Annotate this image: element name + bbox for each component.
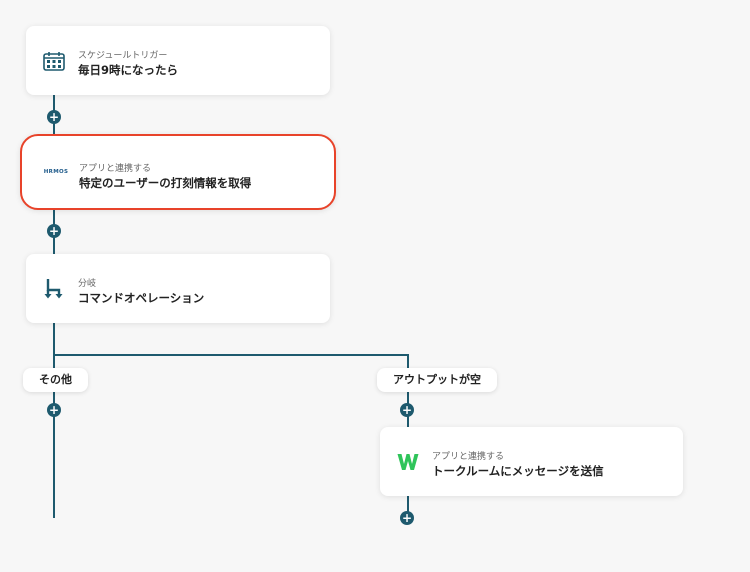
step-title: 毎日9時になったら (78, 63, 179, 77)
branch-label-other: その他 (23, 368, 88, 392)
step-title: トークルームにメッセージを送信 (432, 464, 604, 478)
flow-step-hrmos-get-punch[interactable]: HRMOS アプリと連携する 特定のユーザーの打刻情報を取得 (20, 134, 336, 210)
add-step-button[interactable]: + (47, 224, 61, 238)
connector-line (407, 354, 409, 368)
branch-label-output-empty: アウトプットが空 (377, 368, 497, 392)
add-step-button[interactable]: + (47, 110, 61, 124)
add-step-button[interactable]: + (400, 511, 414, 525)
add-step-button[interactable]: + (47, 403, 61, 417)
hrmos-logo-text: HRMOS (43, 169, 69, 175)
add-step-button[interactable]: + (400, 403, 414, 417)
connector-line (407, 496, 409, 512)
works-logo-icon (396, 450, 420, 474)
hrmos-logo-icon: HRMOS (44, 160, 68, 184)
step-subtitle: アプリと連携する (79, 164, 152, 174)
step-subtitle: スケジュールトリガー (78, 51, 168, 61)
flow-step-branch[interactable]: 分岐 コマンドオペレーション (26, 254, 330, 323)
flow-step-send-message[interactable]: アプリと連携する トークルームにメッセージを送信 (380, 427, 683, 496)
connector-line (53, 354, 408, 356)
calendar-icon (42, 49, 66, 73)
flow-step-schedule-trigger[interactable]: スケジュールトリガー 毎日9時になったら (26, 26, 330, 95)
connector-line (53, 322, 55, 518)
step-subtitle: 分岐 (78, 279, 97, 289)
step-subtitle: アプリと連携する (432, 452, 505, 462)
step-title: 特定のユーザーの打刻情報を取得 (79, 176, 252, 190)
branch-icon (42, 277, 66, 301)
step-title: コマンドオペレーション (78, 291, 205, 305)
